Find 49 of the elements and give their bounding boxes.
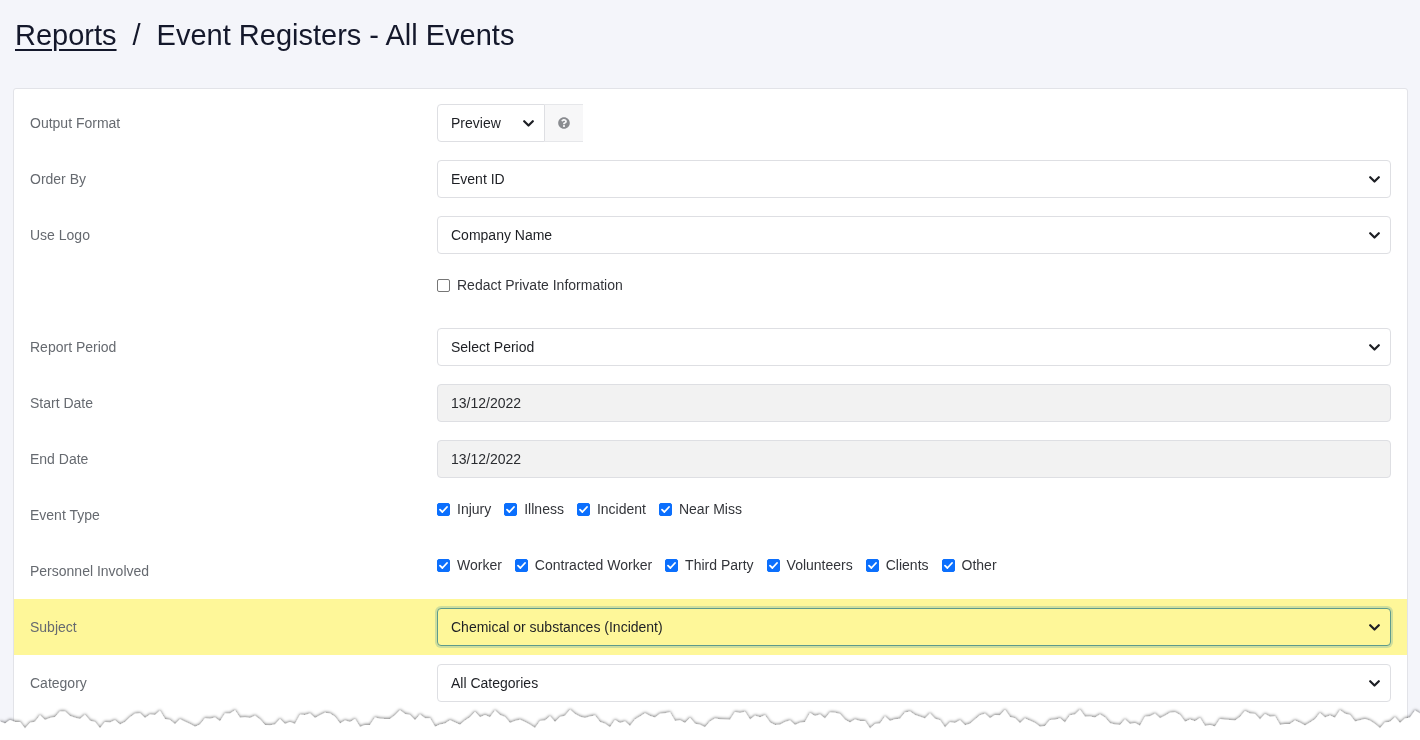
field-label: Start Date (30, 395, 94, 411)
help-icon (558, 117, 570, 129)
field-label: Output Format (30, 115, 121, 131)
chevron-down-icon (523, 119, 534, 127)
select-field[interactable]: All Categories (437, 664, 1391, 702)
field-label: End Date (30, 451, 89, 467)
checkbox[interactable] (665, 558, 679, 572)
field-label: Use Logo (30, 227, 90, 243)
field-label: Subject (30, 619, 77, 635)
checkbox[interactable] (865, 558, 879, 572)
checkbox[interactable] (504, 502, 518, 516)
chevron-down-icon (1369, 623, 1380, 631)
field-label: Order By (30, 171, 86, 187)
chevron-down-icon (1369, 679, 1380, 687)
checkbox[interactable] (514, 558, 528, 572)
field-label: Report Period (30, 339, 117, 355)
checkbox-label: Incident (596, 500, 646, 519)
checkbox[interactable] (576, 502, 590, 516)
checkbox-label: Redact Private Information (457, 276, 623, 295)
checkbox-label: Contracted Worker (534, 556, 653, 575)
chevron-down-icon (1369, 231, 1380, 239)
field-label: Category (30, 675, 87, 691)
checkbox[interactable] (437, 502, 450, 516)
checkbox[interactable] (437, 278, 450, 292)
checkbox-label: Injury (457, 500, 492, 519)
select-field[interactable]: Select Period (437, 328, 1391, 366)
field-label: Event Type (30, 507, 100, 523)
select-field[interactable]: Company Name (437, 216, 1391, 254)
checkbox[interactable] (658, 502, 672, 516)
checkbox-label: Other (961, 556, 997, 575)
checkbox-label: Illness (524, 500, 564, 519)
checkbox[interactable] (941, 558, 955, 572)
checkbox-label: Worker (457, 556, 502, 575)
checkbox-label: Clients (885, 556, 929, 575)
select-field[interactable]: Event ID (437, 160, 1391, 198)
checkbox[interactable] (766, 558, 780, 572)
checkbox-label: Near Miss (678, 500, 742, 519)
select-field[interactable]: Preview (437, 104, 545, 142)
checkbox-label: Volunteers (786, 556, 853, 575)
page-title: Event Registers - All Events (156, 18, 515, 53)
help-button[interactable] (545, 104, 583, 142)
checkbox-label: Third Party (685, 556, 754, 575)
checkbox[interactable] (437, 558, 450, 572)
breadcrumb-link[interactable]: Reports (15, 16, 117, 54)
select-field[interactable]: Chemical or substances (Incident) (437, 608, 1391, 646)
breadcrumb-separator: / (132, 18, 141, 53)
field-label: Personnel Involved (30, 563, 150, 579)
chevron-down-icon (1369, 175, 1380, 183)
chevron-down-icon (1369, 343, 1380, 351)
